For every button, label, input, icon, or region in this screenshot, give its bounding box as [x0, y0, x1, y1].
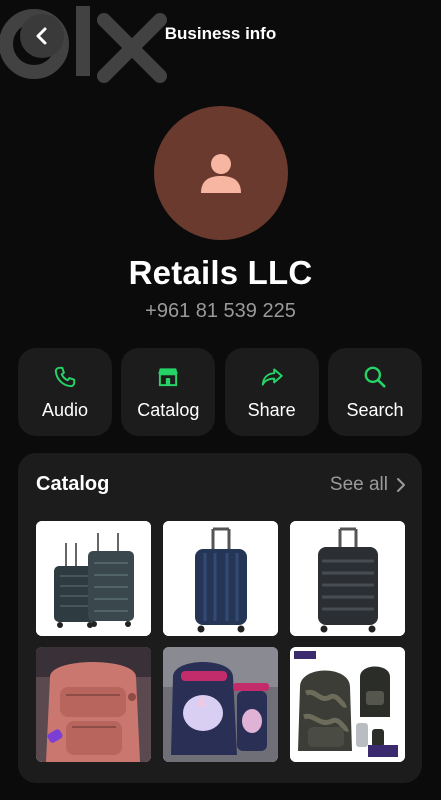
see-all-label: See all	[329, 473, 388, 495]
dark-luggage-set-photo	[36, 521, 151, 636]
catalog-item-pink-backpack[interactable]	[36, 647, 151, 762]
catalog-item-dark-luggage-set[interactable]	[36, 521, 151, 636]
action-row: Audio Catalog Share Search	[18, 348, 422, 436]
search-label: Search	[346, 399, 404, 420]
catalog-item-navy-suitcase[interactable]	[163, 521, 278, 636]
person-icon	[201, 154, 241, 193]
phone-icon	[54, 366, 76, 387]
share-button[interactable]: Share	[224, 348, 319, 436]
search-icon	[364, 366, 386, 388]
page-title: Business info	[164, 24, 277, 43]
see-all-link[interactable]: See all	[330, 474, 406, 496]
unicorn-school-bag-set-photo	[163, 647, 278, 762]
audio-button[interactable]: Audio	[18, 348, 112, 436]
catalog-title: Catalog	[36, 473, 110, 495]
catalog-item-camo-backpack-set[interactable]	[290, 647, 405, 762]
avatar	[154, 106, 288, 240]
audio-label: Audio	[41, 399, 89, 420]
catalog-label: Catalog	[137, 399, 200, 420]
catalog-item-black-suitcase[interactable]	[290, 521, 405, 636]
search-button[interactable]: Search	[327, 348, 422, 436]
catalog-grid	[36, 521, 405, 762]
navy-suitcase-photo	[163, 521, 278, 636]
catalog-section: Catalog See all	[18, 453, 422, 783]
catalog-button[interactable]: Catalog	[121, 348, 216, 436]
catalog-item-unicorn-bag-set[interactable]	[163, 647, 278, 762]
pink-backpack-photo	[36, 647, 151, 762]
chevron-right-icon	[397, 477, 405, 492]
business-name: Retails LLC	[128, 254, 313, 291]
black-suitcase-photo	[290, 521, 405, 636]
share-icon	[261, 367, 283, 386]
camo-backpack-set-photo	[290, 647, 405, 762]
store-icon	[158, 367, 179, 386]
share-label: Share	[247, 399, 296, 420]
business-phone: +961 81 539 225	[145, 300, 296, 322]
